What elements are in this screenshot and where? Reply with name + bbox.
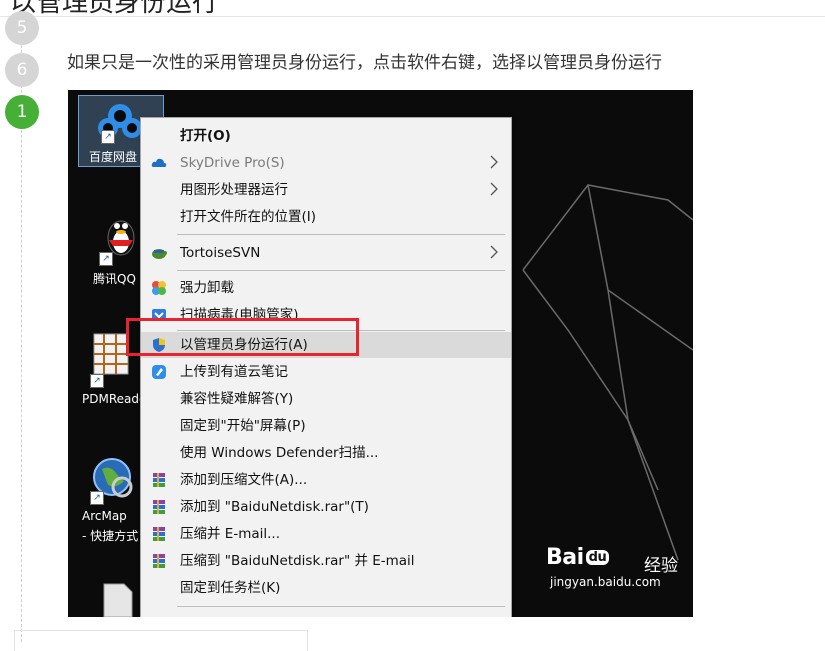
desktop-icon-label: 百度网盘	[89, 150, 138, 164]
menu-item-skydrive-pro[interactable]: SkyDrive Pro(S)	[141, 150, 511, 176]
step-description: 如果只是一次性的采用管理员身份运行，点击软件右键，选择以管理员身份运行	[67, 53, 662, 73]
desktop-icon-label: 腾讯QQ	[93, 272, 136, 286]
desktop-icon-arcmap[interactable]: ↗ ArcMap - 快捷方式	[68, 455, 148, 545]
menu-item-open-file-location[interactable]: 打开文件所在的位置(I)	[141, 204, 511, 230]
menu-item-label: 固定到任务栏(K)	[180, 580, 281, 596]
menu-item-open[interactable]: 打开(O)	[141, 123, 511, 149]
winrar-icon	[153, 527, 165, 541]
uninstall-icon	[152, 281, 166, 295]
menu-item-label: 添加到 "BaiduNetdisk.rar"(T)	[180, 499, 369, 515]
step-badge-5[interactable]: 5	[5, 11, 39, 45]
menu-item-tortoisesvn[interactable]: TortoiseSVN	[141, 240, 511, 266]
step-badge-current[interactable]: 1	[5, 95, 39, 129]
menu-item-pin-to-start[interactable]: 固定到"开始"屏幕(P)	[141, 413, 511, 439]
partial-file-icon	[103, 583, 133, 617]
menu-item-label: SkyDrive Pro(S)	[180, 155, 285, 171]
chevron-right-icon	[490, 245, 498, 259]
menu-item-label: 压缩到 "BaiduNetdisk.rar" 并 E-mail	[180, 553, 415, 569]
winrar-icon	[153, 473, 165, 487]
menu-item-label: 使用 Windows Defender扫描...	[180, 445, 379, 461]
menu-separator	[177, 606, 505, 607]
menu-item-label: 压缩并 E-mail...	[180, 526, 280, 542]
shortcut-arrow-icon: ↗	[90, 374, 104, 388]
watermark-logo-du: du	[585, 550, 610, 565]
skydrive-cloud-icon	[151, 158, 167, 167]
menu-separator	[177, 234, 505, 235]
winrar-icon	[153, 554, 165, 568]
menu-item-compatibility[interactable]: 兼容性疑难解答(Y)	[141, 386, 511, 412]
watermark-logo-text: Bai	[546, 545, 584, 570]
menu-item-label: 兼容性疑难解答(Y)	[180, 391, 294, 407]
menu-item-label: 打开(O)	[180, 128, 231, 144]
menu-item-upload-youdao[interactable]: 上传到有道云笔记	[141, 359, 511, 385]
menu-item-defender-scan[interactable]: 使用 Windows Defender扫描...	[141, 440, 511, 466]
menu-item-label: 打开文件所在的位置(I)	[180, 209, 317, 225]
menu-item-force-uninstall[interactable]: 强力卸载	[141, 275, 511, 301]
youdao-note-icon	[152, 365, 166, 379]
menu-item-pin-to-taskbar[interactable]: 固定到任务栏(K)	[141, 575, 511, 601]
tortoisesvn-icon	[152, 249, 167, 259]
winrar-icon	[153, 500, 165, 514]
chevron-right-icon	[490, 182, 498, 196]
menu-item-add-to-rar[interactable]: 添加到 "BaiduNetdisk.rar"(T)	[141, 494, 511, 520]
menu-item-label: TortoiseSVN	[180, 245, 261, 261]
watermark-logo-cn: 经验	[644, 556, 678, 576]
chevron-right-icon	[490, 155, 498, 169]
menu-item-compress-rar-email[interactable]: 压缩到 "BaiduNetdisk.rar" 并 E-mail	[141, 548, 511, 574]
desktop-icon-label: ArcMap	[82, 509, 127, 523]
menu-item-label: 强力卸载	[180, 280, 234, 296]
menu-separator	[177, 270, 505, 271]
shortcut-arrow-icon: ↗	[99, 252, 113, 266]
menu-item-compress-email[interactable]: 压缩并 E-mail...	[141, 521, 511, 547]
next-section-box	[14, 630, 308, 651]
desktop-icon-label-2: - 快捷方式	[82, 529, 139, 543]
context-menu: 打开(O) SkyDrive Pro(S) 用图形处理器运行 打开文件所在的位置…	[140, 117, 512, 617]
menu-item-label: 用图形处理器运行	[180, 182, 288, 198]
watermark-url: jingyan.baidu.com	[550, 575, 661, 589]
shortcut-arrow-icon: ↗	[90, 491, 104, 505]
menu-item-label: 上传到有道云笔记	[180, 364, 288, 380]
menu-item-label: 固定到"开始"屏幕(P)	[180, 418, 306, 434]
menu-item-label: 添加到压缩文件(A)...	[180, 472, 308, 488]
step-badge-6[interactable]: 6	[5, 53, 39, 87]
highlight-box	[126, 318, 359, 356]
menu-item-add-to-archive[interactable]: 添加到压缩文件(A)...	[141, 467, 511, 493]
menu-item-run-with-gpu[interactable]: 用图形处理器运行	[141, 177, 511, 203]
shortcut-arrow-icon: ↗	[101, 130, 115, 144]
title-divider	[0, 16, 825, 17]
step-screenshot: ↗ 百度网盘 ↗ 腾讯QQ ↗ PDMReader ↗ ArcMap - 快捷方…	[68, 90, 693, 617]
